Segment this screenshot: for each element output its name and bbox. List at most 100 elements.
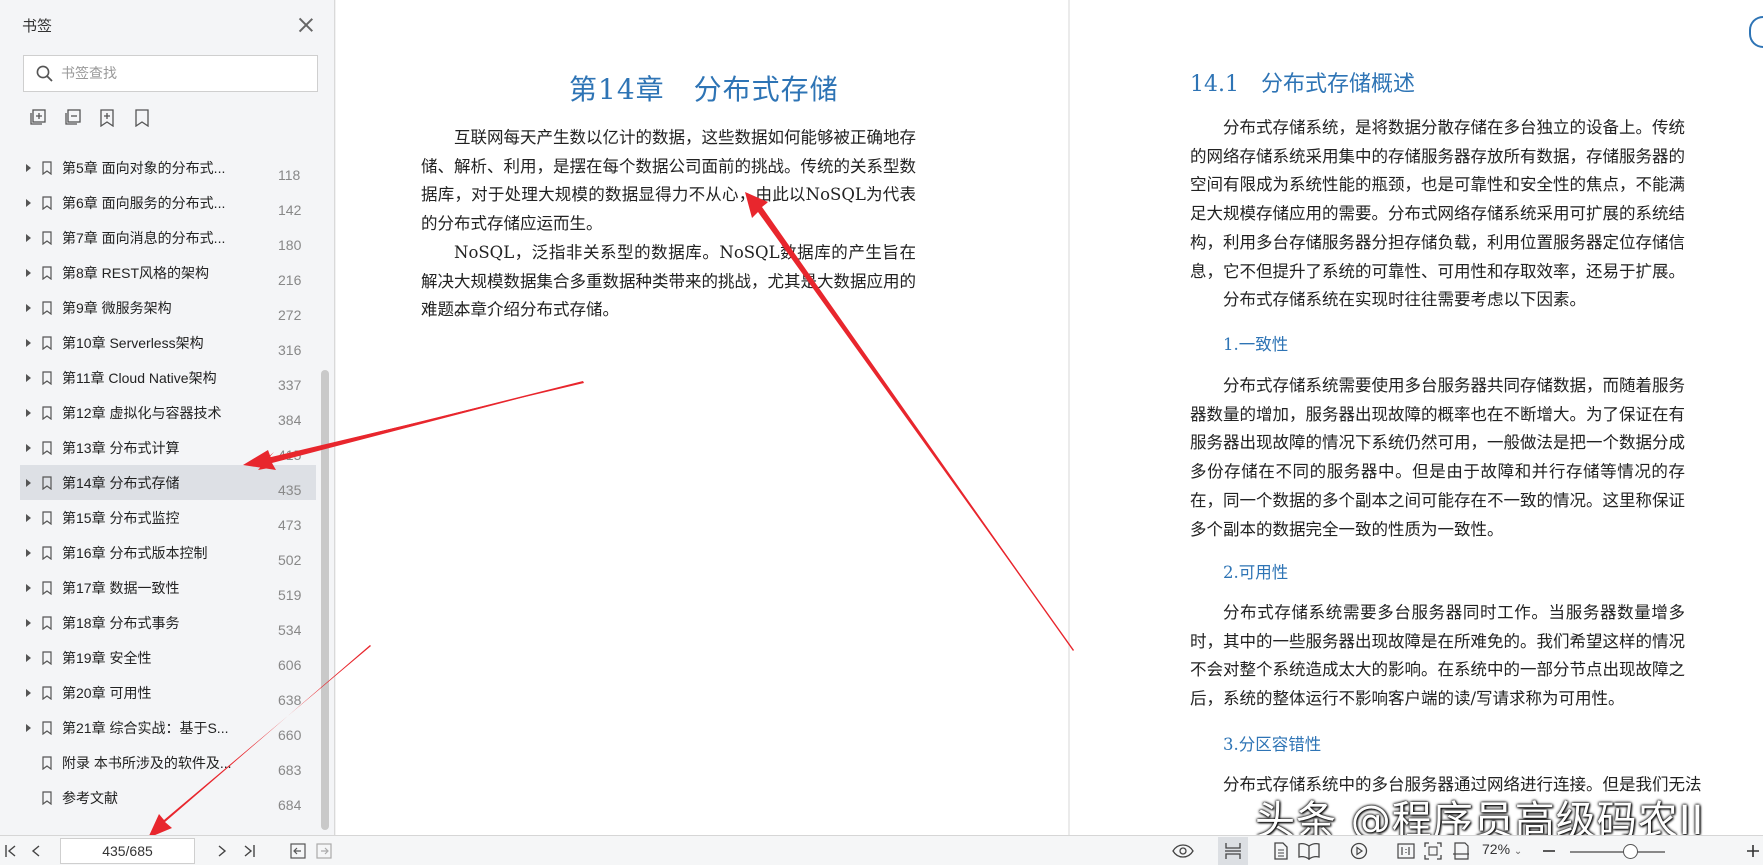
bookmark-item[interactable]: 第6章 面向服务的分布式... 142 (20, 185, 316, 220)
page-edge-tab[interactable] (1749, 16, 1763, 48)
bookmark-item[interactable]: 第5章 面向对象的分布式... 118 (20, 150, 316, 185)
bookmark-page-number: 473 (278, 517, 302, 533)
next-page-icon[interactable] (212, 842, 230, 860)
paragraph: 分布式存储系统需要多台服务器同时工作。当服务器数量增多时，其中的一些服务器出现故… (1190, 603, 1685, 709)
bookmark-label: 第21章 综合实战：基于S... (62, 719, 229, 736)
bookmark-item[interactable]: 第15章 分布式监控 473 (20, 500, 316, 535)
back-icon[interactable] (288, 842, 308, 860)
bookmark-list: 第5章 面向对象的分布式... 118 第6章 面向服务的分布式... 142 第7章 … (20, 150, 316, 815)
collapse-all-icon[interactable] (62, 108, 82, 128)
zoom-slider-handle[interactable] (1623, 844, 1638, 859)
bookmark-label: 参考文献 (62, 789, 118, 806)
zoom-value: 72% (1482, 841, 1511, 857)
expand-arrow-icon[interactable] (23, 372, 35, 384)
bookmark-label: 第12章 虚拟化与容器技术 (62, 404, 222, 421)
expand-arrow-icon[interactable] (23, 442, 35, 454)
bookmark-item[interactable]: 第13章 分布式计算 415 (20, 430, 316, 465)
bookmark-page-number: 519 (278, 587, 302, 603)
bookmark-icon[interactable] (132, 108, 152, 128)
forward-icon[interactable] (314, 842, 334, 860)
expand-arrow-icon[interactable] (23, 687, 35, 699)
single-page-icon[interactable] (1270, 842, 1292, 860)
expand-arrow-icon[interactable] (23, 337, 35, 349)
expand-arrow-icon[interactable] (23, 582, 35, 594)
bookmark-item[interactable]: 参考文献 684 (20, 780, 316, 815)
expand-arrow-icon[interactable] (23, 302, 35, 314)
bookmark-search-box[interactable] (23, 55, 318, 92)
expand-arrow-icon[interactable] (23, 232, 35, 244)
sidebar-scrollbar[interactable] (321, 370, 329, 830)
expand-arrow-icon[interactable] (23, 407, 35, 419)
bookmark-page-number: 337 (278, 377, 302, 393)
bookmark-item[interactable]: 第21章 综合实战：基于S... 660 (20, 710, 316, 745)
bookmark-flag-icon (42, 405, 52, 420)
continuous-page-icon[interactable] (1222, 842, 1244, 860)
bookmark-flag-icon (42, 720, 52, 735)
bookmark-label: 第15章 分布式监控 (62, 509, 180, 526)
actual-size-icon[interactable] (1395, 842, 1417, 860)
expand-arrow-icon[interactable] (23, 197, 35, 209)
zoom-slider-track[interactable] (1570, 851, 1665, 853)
bookmark-page-number: 502 (278, 552, 302, 568)
bookmark-page-number: 142 (278, 202, 302, 218)
double-page-icon[interactable] (1297, 842, 1321, 860)
play-icon[interactable] (1348, 842, 1370, 860)
expand-all-icon[interactable] (27, 108, 47, 128)
bookmark-flag-icon (42, 615, 52, 630)
bookmark-label: 第20章 可用性 (62, 684, 152, 701)
bookmark-item[interactable]: 第16章 分布式版本控制 502 (20, 535, 316, 570)
bookmark-toolbar (27, 108, 152, 128)
fit-width-icon[interactable] (1450, 842, 1472, 860)
close-icon[interactable] (296, 15, 316, 35)
bookmark-item[interactable]: 第18章 分布式事务 534 (20, 605, 316, 640)
bookmark-item[interactable]: 附录 本书所涉及的软件及... 683 (20, 745, 316, 780)
bookmark-flag-icon (42, 370, 52, 385)
last-page-icon[interactable] (240, 842, 258, 860)
bookmark-item[interactable]: 第7章 面向消息的分布式... 180 (20, 220, 316, 255)
bookmark-page-number: 435 (278, 482, 302, 498)
expand-arrow-icon[interactable] (23, 547, 35, 559)
bookmark-item[interactable]: 第10章 Serverless架构 316 (20, 325, 316, 360)
fit-page-icon[interactable] (1422, 842, 1444, 860)
expand-arrow-icon[interactable] (23, 267, 35, 279)
bookmark-item[interactable]: 第19章 安全性 606 (20, 640, 316, 675)
bookmark-item[interactable]: 第14章 分布式存储 435 (20, 465, 316, 500)
expand-arrow-icon[interactable] (23, 722, 35, 734)
bookmark-label: 第14章 分布式存储 (62, 474, 180, 491)
bookmark-item[interactable]: 第17章 数据一致性 519 (20, 570, 316, 605)
bookmark-item[interactable]: 第12章 虚拟化与容器技术 384 (20, 395, 316, 430)
chapter-title: 第14章 分布式存储 (569, 73, 839, 106)
expand-arrow-icon[interactable] (23, 617, 35, 629)
bookmark-search-input[interactable] (61, 65, 301, 82)
bookmark-page-number: 534 (278, 622, 302, 638)
bookmark-item[interactable]: 第8章 REST风格的架构 216 (20, 255, 316, 290)
subheading: 2.可用性 (1223, 563, 1289, 582)
eye-icon[interactable] (1170, 842, 1196, 860)
subheading: 1.一致性 (1223, 335, 1289, 354)
prev-page-icon[interactable] (28, 842, 46, 860)
expand-arrow-icon[interactable] (23, 477, 35, 489)
chevron-down-icon: ⌄ (1513, 846, 1523, 857)
page-number-input[interactable] (60, 838, 195, 864)
bookmark-label: 第6章 面向服务的分布式... (62, 194, 226, 211)
sidebar-title: 书签 (22, 16, 53, 35)
bookmark-label: 第19章 安全性 (62, 649, 152, 666)
bookmark-label: 第7章 面向消息的分布式... (62, 229, 226, 246)
pdf-reader-window: 书签 第5章 面向对象的分布式...118第6章 面向服务的分布式...142第… (0, 0, 1763, 865)
zoom-in-icon[interactable] (1745, 842, 1761, 860)
first-page-icon[interactable] (2, 842, 20, 860)
bookmark-item[interactable]: 第11章 Cloud Native架构 337 (20, 360, 316, 395)
sidebar-header: 书签 (0, 0, 334, 50)
bookmark-item[interactable]: 第9章 微服务架构 272 (20, 290, 316, 325)
expand-arrow-icon[interactable] (23, 512, 35, 524)
expand-arrow-icon[interactable] (23, 652, 35, 664)
bookmark-label: 第10章 Serverless架构 (62, 334, 204, 351)
expand-arrow-icon[interactable] (23, 162, 35, 174)
add-bookmark-icon[interactable] (97, 108, 117, 128)
document-viewport[interactable]: 第14章 分布式存储 互联网每天产生数以亿计的数据，这些数据如何能够被正确地存储… (336, 0, 1763, 835)
zoom-out-icon[interactable] (1540, 842, 1558, 860)
bookmark-item[interactable]: 第20章 可用性 638 (20, 675, 316, 710)
zoom-level[interactable]: 72% ⌄ (1482, 841, 1522, 857)
bookmark-page-number: 216 (278, 272, 302, 288)
subheading: 3.分区容错性 (1223, 735, 1322, 754)
